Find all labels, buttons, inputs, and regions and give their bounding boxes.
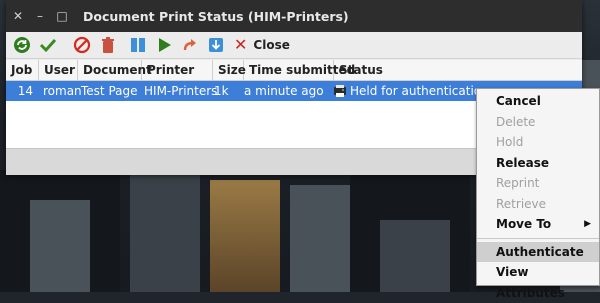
- col-size[interactable]: Size: [213, 60, 246, 80]
- menu-label: Authenticate: [496, 244, 584, 259]
- menu-item-move-to[interactable]: Move To ▶: [477, 214, 599, 235]
- menu-label: Delete: [496, 114, 536, 129]
- cell-job: 14: [17, 84, 33, 98]
- menu-item-reprint[interactable]: Reprint: [477, 173, 599, 194]
- close-button[interactable]: ✕ Close: [234, 37, 290, 53]
- menu-label: Hold: [496, 135, 524, 149]
- menu-label: Reprint: [496, 176, 540, 190]
- menu-item-hold[interactable]: Hold: [477, 132, 599, 153]
- menu-item-delete[interactable]: Delete: [477, 112, 599, 133]
- close-label: Close: [253, 38, 290, 52]
- trash-icon[interactable]: [96, 34, 120, 56]
- col-document[interactable]: Document: [78, 60, 152, 80]
- menu-label: View Attributes: [496, 265, 565, 300]
- title-bar: ✕ – □ Document Print Status (HIM-Printer…: [6, 0, 582, 32]
- menu-item-cancel[interactable]: Cancel: [477, 91, 599, 112]
- cell-document: Test Page: [81, 84, 138, 98]
- printer-held-icon: [333, 84, 347, 98]
- window-title: Document Print Status (HIM-Printers): [83, 8, 349, 24]
- menu-label: Cancel: [496, 94, 541, 108]
- toolbar: ✕ Close: [6, 32, 582, 59]
- menu-item-retrieve[interactable]: Retrieve: [477, 194, 599, 215]
- menu-label: Move To: [496, 217, 552, 231]
- refresh-icon[interactable]: [10, 34, 34, 56]
- redo-arrow-icon[interactable]: [178, 34, 202, 56]
- col-time-submitted[interactable]: Time submitted: [244, 60, 355, 80]
- col-status[interactable]: Status: [334, 60, 582, 80]
- close-window-icon[interactable]: ✕: [9, 7, 27, 25]
- menu-separator: [477, 237, 599, 239]
- cell-size: 1k: [214, 84, 229, 98]
- pause-icon[interactable]: [126, 34, 150, 56]
- col-job[interactable]: Job: [6, 60, 39, 80]
- cell-user: roman: [43, 84, 82, 98]
- menu-item-release[interactable]: Release: [477, 153, 599, 174]
- menu-item-authenticate[interactable]: Authenticate: [477, 241, 599, 262]
- maximize-icon[interactable]: □: [53, 7, 71, 25]
- cell-printer: HIM-Printers: [144, 84, 218, 98]
- col-printer[interactable]: Printer: [142, 60, 213, 80]
- col-user[interactable]: User: [39, 60, 78, 80]
- play-icon[interactable]: [152, 34, 176, 56]
- cancel-circle-icon[interactable]: [70, 34, 94, 56]
- menu-label: Retrieve: [496, 196, 547, 211]
- table-header: Job User Document Printer Size Time subm…: [6, 60, 582, 81]
- check-icon[interactable]: [36, 34, 60, 56]
- cell-time: a minute ago: [244, 84, 324, 98]
- minimize-icon[interactable]: –: [31, 7, 49, 25]
- status-text: Held for authentication: [350, 84, 489, 98]
- download-icon[interactable]: [204, 34, 228, 56]
- context-menu: Cancel Delete Hold Release Reprint Retri…: [476, 88, 600, 300]
- submenu-arrow-icon: ▶: [584, 219, 591, 229]
- close-x-icon: ✕: [234, 35, 248, 54]
- menu-item-view-attributes[interactable]: View Attributes: [477, 262, 599, 300]
- menu-label: Release: [496, 155, 550, 170]
